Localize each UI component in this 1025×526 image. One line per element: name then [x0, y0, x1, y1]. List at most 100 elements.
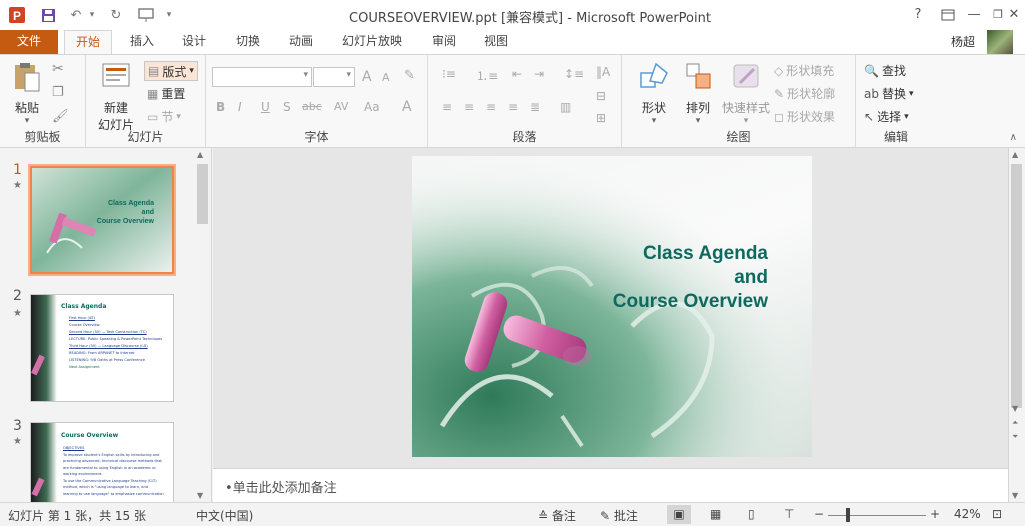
find-button[interactable]: 🔍 查找 [864, 62, 906, 79]
redo-icon[interactable]: ↻ [106, 5, 126, 25]
shapes-button[interactable]: 形状 ▾ [632, 61, 676, 126]
scrollbar-thumb[interactable] [1011, 164, 1022, 408]
shape-outline-button[interactable]: ✎ 形状轮廓 [774, 85, 835, 102]
tab-animations[interactable]: 动画 [283, 30, 319, 54]
increase-indent-icon[interactable]: ⇥ [534, 67, 544, 81]
scroll-down-icon[interactable]: ▼ [1012, 404, 1018, 413]
scrollbar-thumb[interactable] [197, 164, 208, 224]
zoom-level[interactable]: 42% [954, 507, 981, 521]
undo-dropdown-icon[interactable]: ▾ [86, 5, 98, 25]
slide-sorter-view-icon[interactable]: ▦ [710, 507, 721, 521]
notes-pane[interactable]: •单击此处添加备注 [213, 468, 1008, 502]
minimize-button[interactable]: — [962, 4, 986, 26]
help-button[interactable]: ? [906, 4, 930, 26]
tab-insert[interactable]: 插入 [124, 30, 160, 54]
fit-to-window-icon[interactable]: ⊡ [992, 507, 1002, 521]
present-from-start-icon[interactable] [134, 5, 158, 25]
align-text-icon[interactable]: ⊟ [596, 89, 606, 103]
user-name[interactable]: 杨超 [951, 33, 975, 50]
slideshow-view-icon[interactable]: ⊤ [784, 507, 794, 521]
justify-icon[interactable]: ≡ [508, 100, 518, 114]
cut-button[interactable]: ✂ [52, 61, 64, 77]
change-case-button[interactable]: Aa [364, 100, 380, 114]
numbering-icon[interactable]: ⒈≡ [476, 67, 498, 84]
zoom-slider-thumb[interactable] [846, 508, 850, 522]
align-left-icon[interactable]: ≡ [442, 100, 452, 114]
notes-placeholder[interactable]: •单击此处添加备注 [225, 477, 337, 496]
scroll-up-icon[interactable]: ▲ [197, 150, 203, 159]
format-painter-button[interactable]: 🖌 [52, 109, 69, 124]
slide-thumbnail-3[interactable]: Course Overview OBJECTIVES To improve st… [30, 422, 174, 502]
close-button[interactable]: ✕ [1002, 4, 1025, 26]
slide-thumbnail-1[interactable]: Class Agenda and Course Overview [28, 164, 176, 276]
font-size-combo[interactable] [313, 67, 355, 87]
normal-view-icon[interactable]: ▣ [667, 505, 691, 524]
main-scrollbar[interactable]: ▲ ▼ ⏶ ⏷ ▼ [1008, 148, 1023, 502]
italic-button[interactable]: I [238, 100, 242, 114]
avatar[interactable] [987, 30, 1013, 56]
thumb-2-line: LISTENING: 9/8 Oaths at Press Conference [69, 358, 145, 362]
current-slide[interactable]: Class Agenda and Course Overview [412, 156, 812, 457]
notes-scroll-down-icon[interactable]: ▼ [1012, 491, 1018, 500]
align-center-icon[interactable]: ≡ [464, 100, 474, 114]
zoom-out-button[interactable]: − [814, 507, 824, 521]
copy-button[interactable]: ❐ [52, 85, 64, 100]
text-direction-icon[interactable]: ‖A [596, 65, 610, 79]
notes-toggle-button[interactable]: ≙ 备注 [538, 507, 576, 524]
shrink-font-button[interactable]: A [382, 71, 390, 84]
char-spacing-button[interactable]: AV [334, 100, 348, 113]
comments-toggle-button[interactable]: ✎ 批注 [600, 507, 638, 524]
scroll-down-icon[interactable]: ▼ [197, 491, 203, 500]
scroll-up-icon[interactable]: ▲ [1012, 150, 1018, 159]
save-icon[interactable] [38, 5, 58, 25]
previous-slide-icon[interactable]: ⏶ [1012, 418, 1018, 428]
distributed-icon[interactable]: ≣ [530, 100, 540, 114]
language-status[interactable]: 中文(中国) [196, 507, 253, 524]
quick-styles-button[interactable]: 快速样式 ▾ [720, 61, 772, 126]
bullets-icon[interactable]: ⁝≡ [442, 67, 456, 81]
decrease-indent-icon[interactable]: ⇤ [512, 67, 522, 81]
font-color-button[interactable]: A [402, 99, 412, 115]
select-button[interactable]: ↖ 选择 ▾ [864, 108, 909, 125]
tab-view[interactable]: 视图 [478, 30, 514, 54]
thumbnail-scrollbar[interactable]: ▲ ▼ [195, 148, 210, 502]
shape-fill-button[interactable]: ◇ 形状填充 [774, 62, 834, 79]
paste-button[interactable]: 粘贴 ▾ [8, 61, 46, 126]
underline-button[interactable]: U [261, 100, 270, 114]
align-right-icon[interactable]: ≡ [486, 100, 496, 114]
collapse-ribbon-icon[interactable]: ∧ [1010, 132, 1017, 143]
bold-button[interactable]: B [216, 100, 225, 114]
customize-qat-icon[interactable]: ▾ [162, 5, 176, 25]
clear-formatting-icon[interactable]: ✎ [404, 68, 415, 83]
reading-view-icon[interactable]: ▯ [748, 507, 755, 521]
tab-slideshow[interactable]: 幻灯片放映 [336, 30, 408, 54]
grow-font-button[interactable]: A [362, 69, 372, 85]
columns-icon[interactable]: ▥ [560, 100, 571, 114]
shadow-s-button[interactable]: S [283, 100, 291, 114]
line-spacing-icon[interactable]: ↕≡ [564, 67, 584, 81]
powerpoint-logo-icon[interactable]: P [6, 5, 28, 25]
undo-icon[interactable]: ↶ [66, 5, 86, 25]
tab-home[interactable]: 开始 [64, 30, 112, 55]
slide-title[interactable]: Class Agenda and Course Overview [613, 242, 768, 314]
arrange-button[interactable]: 排列 ▾ [676, 61, 720, 126]
next-slide-icon[interactable]: ⏷ [1012, 432, 1018, 442]
zoom-slider[interactable] [828, 515, 926, 516]
smartart-icon[interactable]: ⊞ [596, 111, 606, 125]
tab-file[interactable]: 文件 [0, 30, 58, 54]
tab-transitions[interactable]: 切换 [230, 30, 266, 54]
slide-thumbnail-2[interactable]: Class Agenda First Hour (45) Course Over… [30, 294, 174, 402]
replace-button[interactable]: ab 替换 ▾ [864, 85, 914, 102]
layout-button[interactable]: ▤ 版式 ▾ [144, 61, 198, 81]
tab-design[interactable]: 设计 [176, 30, 212, 54]
tab-review[interactable]: 审阅 [426, 30, 462, 54]
reset-button[interactable]: ▦ 重置 [147, 85, 185, 102]
section-button[interactable]: ▭ 节 ▾ [147, 108, 181, 125]
font-name-combo[interactable] [212, 67, 312, 87]
slide-editing-canvas: Class Agenda and Course Overview [213, 148, 1008, 468]
new-slide-button[interactable]: 新建 幻灯片 [90, 61, 142, 133]
shape-effects-button[interactable]: ◻ 形状效果 [774, 108, 835, 125]
ribbon-display-options-button[interactable] [936, 4, 960, 26]
zoom-in-button[interactable]: + [930, 507, 940, 521]
strikethrough-button[interactable]: abc [302, 100, 322, 113]
